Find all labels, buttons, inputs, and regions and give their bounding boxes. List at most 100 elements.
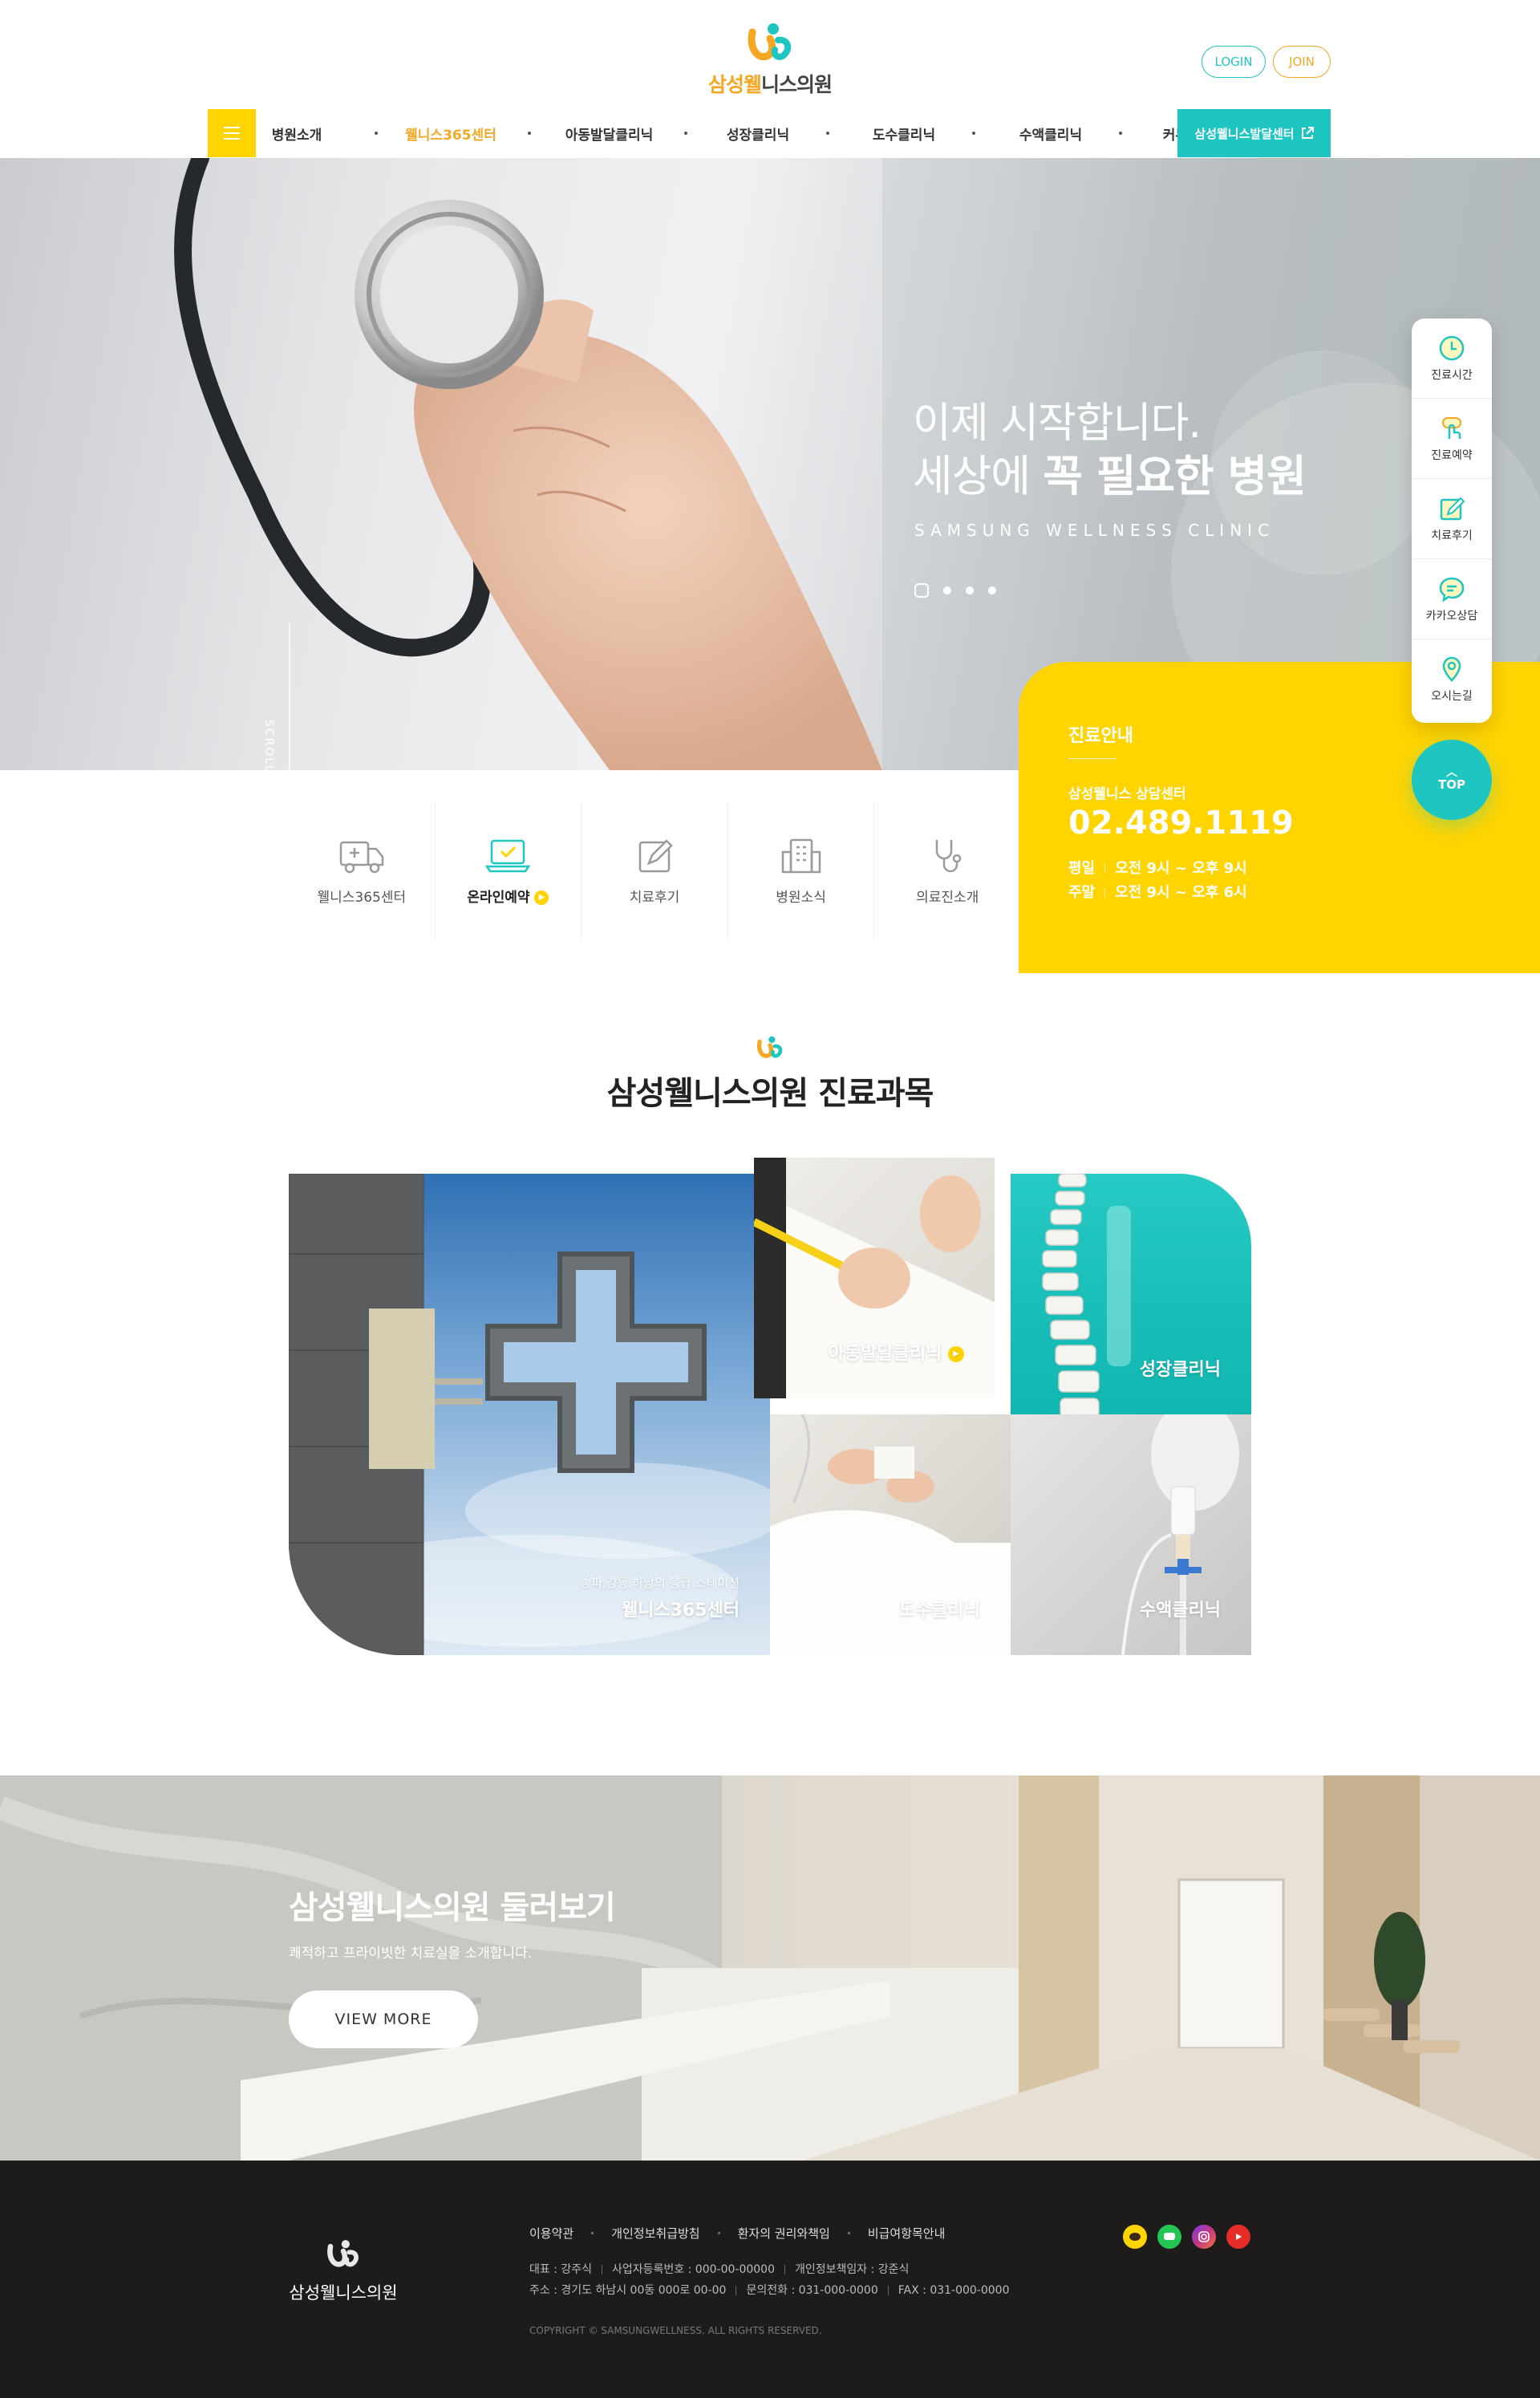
nav-item-wellness365[interactable]: 웰니스365센터: [403, 124, 499, 144]
hero-title-2: 세상에 꼭 필요한 병원: [913, 451, 1307, 501]
side-item-kakao[interactable]: 카카오상담: [1412, 559, 1492, 639]
tour-description: 쾌적하고 프라이빗한 치료실을 소개합니다.: [289, 1946, 533, 1962]
footer-link-privacy[interactable]: 개인정보취급방침: [611, 2225, 699, 2242]
footer-copyright: COPYRIGHT © SAMSUNGWELLNESS. ALL RIGHTS …: [529, 2325, 822, 2336]
pencil-note-icon: [638, 838, 673, 872]
gallery-manual-therapy[interactable]: 도수클리닉: [770, 1414, 1011, 1655]
side-label: 진료예약: [1431, 448, 1473, 462]
weekday-hours: 평일 오전 9시 ~ 오후 9시: [1068, 860, 1247, 877]
lobby-image: [0, 1775, 1540, 2161]
arrow-circle-icon: ▶: [948, 1346, 964, 1362]
side-item-location[interactable]: 오시는길: [1412, 639, 1492, 720]
hand-tap-icon: [1442, 416, 1461, 439]
scroll-line: [289, 623, 290, 770]
gallery-growth[interactable]: 성장클리닉: [1011, 1174, 1251, 1414]
quick-label: 병원소식: [776, 889, 826, 906]
hamburger-icon: [224, 127, 240, 128]
footer-link-patient-rights[interactable]: 환자의 권리와책임: [738, 2225, 830, 2242]
footer-sns: [1123, 2225, 1250, 2249]
section-title: 삼성웰니스의원 진료과목: [606, 1075, 934, 1112]
side-label: 진료시간: [1431, 368, 1473, 382]
nav-item-about[interactable]: 병원소개: [257, 124, 337, 144]
quick-item-wellness365[interactable]: 웰니스365센터: [289, 802, 436, 940]
gallery-wellness365[interactable]: 송파,강동,하남의 응급 스테이션 웰니스365센터: [289, 1174, 770, 1655]
scroll-down-label[interactable]: SCROLL DOWN: [262, 720, 275, 770]
nav-item-iv[interactable]: 수액클리닉: [1011, 124, 1091, 144]
gallery-caption: 도수클리닉: [898, 1601, 980, 1621]
gallery-child-dev[interactable]: 아동발달클리닉 ▶: [754, 1158, 995, 1398]
slider-dot-1[interactable]: [914, 583, 929, 598]
join-button[interactable]: JOIN: [1273, 46, 1331, 78]
side-item-reservation[interactable]: 진료예약: [1412, 399, 1492, 479]
site-footer: 삼성웰니스의원 이용약관 개인정보취급방침 환자의 권리와책임 비급여항목안내 …: [0, 2161, 1540, 2398]
quick-label: 웰니스365센터: [317, 889, 407, 906]
dev-center-button[interactable]: 삼성웰니스발달센터: [1177, 109, 1331, 157]
top-button[interactable]: ︿ TOP: [1412, 740, 1492, 820]
gallery-caption: 성장클리닉: [1139, 1360, 1221, 1380]
quick-label: 치료후기: [629, 889, 680, 906]
quick-item-doctors[interactable]: 의료진소개: [874, 802, 1020, 940]
hero-subtitle: SAMSUNG WELLNESS CLINIC: [914, 521, 1275, 540]
stethoscope-icon: [935, 839, 962, 872]
map-pin-icon: [1442, 656, 1461, 682]
footer-links: 이용약관 개인정보취급방침 환자의 권리와책임 비급여항목안내: [529, 2225, 945, 2242]
kakao-story-icon[interactable]: [1123, 2225, 1147, 2249]
footer-logo[interactable]: 삼성웰니스의원: [287, 2238, 399, 2304]
slider-pagination: [914, 583, 996, 598]
side-item-reviews[interactable]: 치료후기: [1412, 479, 1492, 559]
youtube-icon[interactable]: [1226, 2225, 1250, 2249]
side-label: 오시는길: [1431, 690, 1473, 703]
tour-title: 삼성웰니스의원 둘러보기: [289, 1889, 616, 1926]
chat-icon: [1439, 577, 1465, 603]
gallery-caption: 아동발달클리닉 ▶: [829, 1339, 964, 1365]
laptop-check-icon: [485, 839, 531, 872]
side-label: 치료후기: [1431, 529, 1473, 542]
write-icon: [1440, 497, 1465, 520]
slider-dot-3[interactable]: [966, 586, 974, 594]
menu-button[interactable]: [208, 109, 256, 157]
gallery-caption: 송파,강동,하남의 응급 스테이션 웰니스365센터: [580, 1576, 740, 1621]
external-link-icon: [1301, 127, 1314, 139]
quick-item-news[interactable]: 병원소식: [728, 802, 875, 940]
side-item-hours[interactable]: 진료시간: [1412, 319, 1492, 399]
info-divider: [1068, 758, 1116, 759]
quick-item-online-reservation[interactable]: 온라인예약 ▶: [436, 802, 582, 940]
arrow-circle-icon: ▶: [534, 890, 549, 905]
clock-icon: [1439, 335, 1465, 360]
quick-label: 의료진소개: [916, 889, 979, 906]
nav-item-child-dev[interactable]: 아동발달클리닉: [559, 124, 659, 144]
building-icon: [781, 838, 821, 873]
slider-dot-2[interactable]: [943, 586, 951, 594]
nav-item-manual[interactable]: 도수클리닉: [864, 124, 944, 144]
quick-label: 온라인예약 ▶: [467, 886, 549, 906]
nav-item-growth[interactable]: 성장클리닉: [718, 124, 798, 144]
info-subtitle: 삼성웰니스 상담센터: [1068, 786, 1186, 802]
info-phone[interactable]: 02.489.1119: [1068, 805, 1294, 842]
quick-item-reviews[interactable]: 치료후기: [582, 802, 728, 940]
site-header: 삼성웰니스의원 LOGIN JOIN 병원소개 웰니스365센터 아동발달클리닉…: [0, 0, 1540, 158]
site-logo[interactable]: 삼성웰니스의원: [695, 21, 845, 101]
info-title: 진료안내: [1068, 726, 1133, 746]
side-label: 카카오상담: [1425, 609, 1478, 623]
gallery-caption: 수액클리닉: [1139, 1601, 1221, 1621]
logo-mark-icon: [748, 23, 792, 61]
dev-center-label: 삼성웰니스발달센터: [1194, 126, 1295, 141]
tour-banner: 삼성웰니스의원 둘러보기 쾌적하고 프라이빗한 치료실을 소개합니다. VIEW…: [0, 1775, 1540, 2161]
footer-link-noncovered[interactable]: 비급여항목안내: [868, 2225, 946, 2242]
view-more-button[interactable]: VIEW MORE: [289, 1990, 478, 2048]
side-quick-menu: 진료시간 진료예약 치료후기 카카오상담 오시는길: [1412, 319, 1492, 723]
footer-logo-text: 삼성웰니스의원: [289, 2283, 398, 2303]
footer-company-info: 대표 : 강주식 사업자등록번호 : 000-00-00000 개인정보책임자 : …: [529, 2263, 910, 2276]
quick-menu: 웰니스365센터 온라인예약 ▶ 치료후기 병원소식 의료진소개: [289, 802, 1020, 940]
footer-logo-mark-icon: [327, 2240, 359, 2267]
top-label: TOP: [1438, 777, 1465, 792]
gallery-iv-therapy[interactable]: 수액클리닉: [1011, 1414, 1251, 1655]
slider-dot-4[interactable]: [988, 586, 996, 594]
instagram-icon[interactable]: [1192, 2225, 1216, 2249]
logo-text: 삼성웰니스의원: [707, 73, 833, 96]
talk-icon[interactable]: [1157, 2225, 1181, 2249]
login-button[interactable]: LOGIN: [1202, 46, 1266, 78]
footer-link-terms[interactable]: 이용약관: [529, 2225, 573, 2242]
footer-contact-info: 주소 : 경기도 하남시 00동 000로 00-00 문의전화 : 031-00…: [529, 2284, 1010, 2297]
weekend-hours: 주말 오전 9시 ~ 오후 6시: [1068, 884, 1247, 901]
